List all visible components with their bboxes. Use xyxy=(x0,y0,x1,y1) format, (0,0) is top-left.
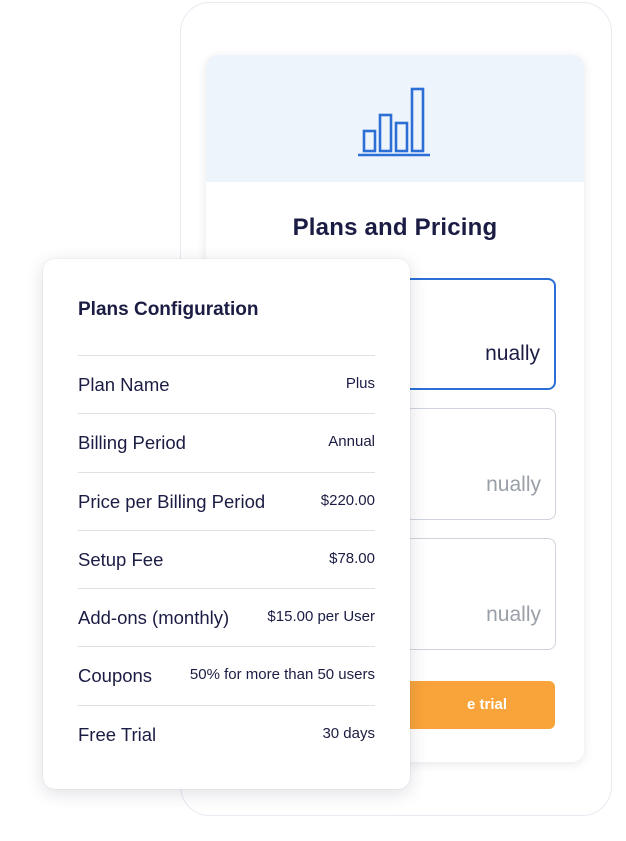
row-value: $78.00 xyxy=(329,549,375,567)
row-value: $220.00 xyxy=(320,491,375,509)
stage: Plans and Pricing nually nually nually e… xyxy=(0,0,626,841)
row-value: 30 days xyxy=(322,724,375,742)
row-label: Billing Period xyxy=(78,432,186,454)
config-row-coupons: Coupons 50% for more than 50 users xyxy=(78,646,375,704)
pricing-title: Plans and Pricing xyxy=(292,214,498,241)
plan-option-label: nually xyxy=(485,342,540,365)
config-row-add-ons: Add-ons (monthly) $15.00 per User xyxy=(78,588,375,646)
config-row-setup-fee: Setup Fee $78.00 xyxy=(78,529,375,588)
pricing-header xyxy=(206,55,584,182)
row-value: Plus xyxy=(345,375,375,392)
config-row-price: Price per Billing Period $220.00 xyxy=(78,471,375,530)
config-row-free-trial: Free Trial 30 days xyxy=(78,704,375,763)
config-row-billing-period: Billing Period Annual xyxy=(78,413,375,471)
row-value: Annual xyxy=(328,433,375,451)
row-label: Setup Fee xyxy=(78,548,164,570)
row-value: $15.00 per User xyxy=(267,608,375,626)
row-label: Coupons xyxy=(78,665,153,687)
row-label: Plan Name xyxy=(78,374,170,395)
row-label: Price per Billing Period xyxy=(78,490,266,512)
row-label: Add-ons (monthly) xyxy=(78,607,230,629)
config-table: Plan Name Plus Billing Period Annual Pri… xyxy=(78,355,375,763)
row-label: Free Trial xyxy=(78,723,157,745)
config-title: Plans Configuration xyxy=(78,299,259,320)
row-value: 50% for more than 50 users xyxy=(189,666,375,684)
bar-chart-icon xyxy=(358,87,430,157)
plan-option-label: nually xyxy=(486,473,541,496)
plans-configuration-card: Plans Configuration Plan Name Plus Billi… xyxy=(43,259,410,789)
config-row-plan-name: Plan Name Plus xyxy=(78,355,375,413)
plan-option-label: nually xyxy=(486,603,541,626)
